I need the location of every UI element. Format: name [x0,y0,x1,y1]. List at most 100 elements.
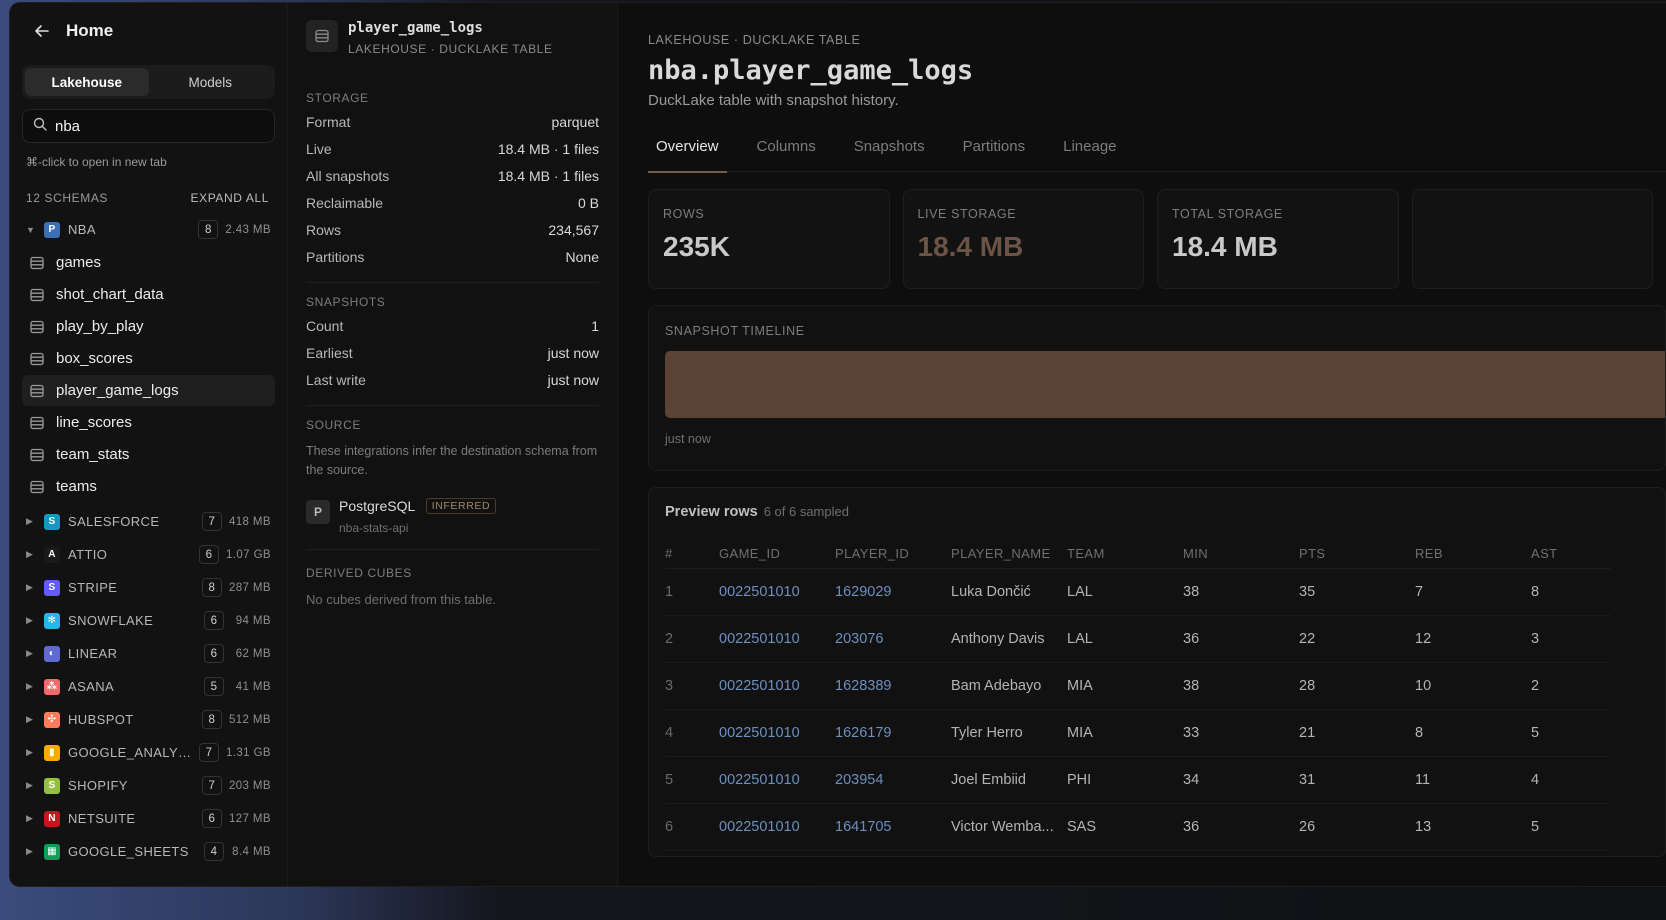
schema-salesforce[interactable]: ▶ S SALESFORCE 7 418 MB [10,505,287,538]
schema-list: ▶ S SALESFORCE 7 418 MB ▶ A ATTIO 6 1.07 GB ▶ S STRI… [10,505,287,868]
schema-size: 512 MB [228,713,271,726]
table-item-label: shot_chart_data [56,286,164,303]
timeline-snapshot-bar[interactable] [665,351,1665,418]
kv-row: Partitions None [306,243,599,270]
caret-right-icon[interactable]: ▶ [26,780,38,791]
column-header[interactable]: AST [1531,546,1611,569]
column-header[interactable]: REB [1415,546,1531,569]
kv-value: 1 [591,317,599,334]
schema-linear[interactable]: ▶ ◐ LINEAR 6 62 MB [10,637,287,670]
table-icon [30,256,44,270]
schema-size: 287 MB [228,581,271,594]
table-item-teams[interactable]: teams [22,471,275,502]
table-row[interactable]: 3 0022501010 1628389 Bam Adebayo MIA 38 28 10 2 [665,662,1611,710]
column-header[interactable]: # [665,546,719,569]
tab-overview[interactable]: Overview [648,135,727,173]
table-cell: 0022501010 [719,662,835,710]
table-count-badge: 7 [199,743,219,762]
caret-right-icon[interactable]: ▶ [26,549,38,560]
table-cell: 1641705 [835,803,951,851]
caret-right-icon[interactable]: ▶ [26,747,38,758]
tab-snapshots[interactable]: Snapshots [846,135,933,172]
home-title[interactable]: Home [66,21,113,41]
table-row[interactable]: 5 0022501010 203954 Joel Embiid PHI 34 31 11 4 [665,756,1611,804]
caret-right-icon[interactable]: ▶ [26,615,38,626]
schema-size: 1.31 GB [226,746,271,759]
schema-attio[interactable]: ▶ A ATTIO 6 1.07 GB [10,538,287,571]
schema-google-sheets[interactable]: ▶ ▦ GOOGLE_SHEETS 4 8.4 MB [10,835,287,868]
table-cell: 5 [1531,803,1611,851]
table-cell: 26 [1299,803,1415,851]
schema-size: 41 MB [235,680,271,693]
table-row[interactable]: 4 0022501010 1626179 Tyler Herro MIA 33 21 8 5 [665,709,1611,757]
schema-stripe[interactable]: ▶ S STRIPE 8 287 MB [10,571,287,604]
table-row[interactable]: 2 0022501010 203076 Anthony Davis LAL 36 22 12 3 [665,615,1611,663]
column-header[interactable]: PLAYER_NAME [951,546,1067,569]
table-icon [30,352,44,366]
back-arrow-icon[interactable] [30,19,54,43]
tab-lakehouse[interactable]: Lakehouse [25,68,149,96]
table-cell: 36 [1183,615,1299,663]
table-list: games shot_chart_data play_by_play box_scor… [10,247,287,502]
app-window: Home Lakehouse Models ⌘-click to open in… [10,3,1666,886]
table-count-badge: 8 [201,578,222,597]
caret-right-icon[interactable]: ▶ [26,681,38,692]
tab-models[interactable]: Models [149,68,273,96]
main-content: LAKEHOUSE · DUCKLAKE TABLE nba.player_ga… [618,3,1666,886]
table-cell: 31 [1299,756,1415,804]
caret-right-icon[interactable]: ▶ [26,648,38,659]
table-row[interactable]: 6 0022501010 1641705 Victor Wemba... SAS 36 26… [665,803,1611,851]
home-row[interactable]: Home [10,3,287,59]
schema-netsuite[interactable]: ▶ N NETSUITE 6 127 MB [10,802,287,835]
table-cell: 38 [1183,568,1299,616]
table-item-player-game-logs[interactable]: player_game_logs [22,375,275,406]
tab-columns[interactable]: Columns [749,135,824,172]
schema-size: 1.07 GB [226,548,271,561]
schema-name: NBA [68,222,96,237]
caret-right-icon[interactable]: ▶ [26,846,38,857]
schema-name: STRIPE [68,580,118,595]
tab-lineage[interactable]: Lineage [1055,135,1124,172]
search-box[interactable] [22,109,275,143]
caret-right-icon[interactable]: ▶ [26,813,38,824]
search-input[interactable] [55,117,255,135]
table-item-box-scores[interactable]: box_scores [22,343,275,374]
column-header[interactable]: TEAM [1067,546,1183,569]
caret-right-icon[interactable]: ▶ [26,516,38,527]
column-header[interactable]: GAME_ID [719,546,835,569]
schema-nba[interactable]: ▼ P NBA 8 2.43 MB [10,213,287,246]
schema-asana[interactable]: ▶ ⁂ ASANA 5 41 MB [10,670,287,703]
page-title: nba.player_game_logs [648,55,974,86]
detail-panel: player_game_logs LAKEHOUSE · DUCKLAKE TA… [288,3,618,886]
caret-down-icon[interactable]: ▼ [26,225,38,235]
schema-hubspot[interactable]: ▶ ✣ HUBSPOT 8 512 MB [10,703,287,736]
table-item-games[interactable]: games [22,247,275,278]
table-count-badge: 6 [199,545,219,564]
detail-table-name: player_game_logs [348,20,483,36]
preview-sampled: 6 of 6 sampled [763,504,849,519]
schema-google-analytics[interactable]: ▶ ▮ GOOGLE_ANALYTICS 7 1.31 GB [10,736,287,769]
table-row[interactable]: 1 0022501010 1629029 Luka Dončić LAL 38 35 7 8 [665,568,1611,616]
caret-right-icon[interactable]: ▶ [26,582,38,593]
table-cell: 2 [665,615,719,663]
table-item-play-by-play[interactable]: play_by_play [22,311,275,342]
column-header[interactable]: PLAYER_ID [835,546,951,569]
table-cell: Anthony Davis [951,615,1067,663]
table-item-line-scores[interactable]: line_scores [22,407,275,438]
schema-shopify[interactable]: ▶ S SHOPIFY 7 203 MB [10,769,287,802]
expand-all-button[interactable]: EXPAND ALL [191,191,269,205]
caret-right-icon[interactable]: ▶ [26,714,38,725]
kv-key: All snapshots [306,167,390,184]
table-item-team-stats[interactable]: team_stats [22,439,275,470]
table-cell: 13 [1415,803,1531,851]
table-item-shot-chart-data[interactable]: shot_chart_data [22,279,275,310]
schema-name: ASANA [68,679,115,694]
sidebar: Home Lakehouse Models ⌘-click to open in… [10,3,288,886]
column-header[interactable]: PTS [1299,546,1415,569]
source-item[interactable]: P PostgreSQL INFERRED nba-stats-api [306,498,599,550]
schema-snowflake[interactable]: ▶ ✻ SNOWFLAKE 6 94 MB [10,604,287,637]
table-count-badge: 6 [204,611,224,630]
tab-partitions[interactable]: Partitions [955,135,1034,172]
schema-size: 8.4 MB [232,845,271,858]
column-header[interactable]: MIN [1183,546,1299,569]
